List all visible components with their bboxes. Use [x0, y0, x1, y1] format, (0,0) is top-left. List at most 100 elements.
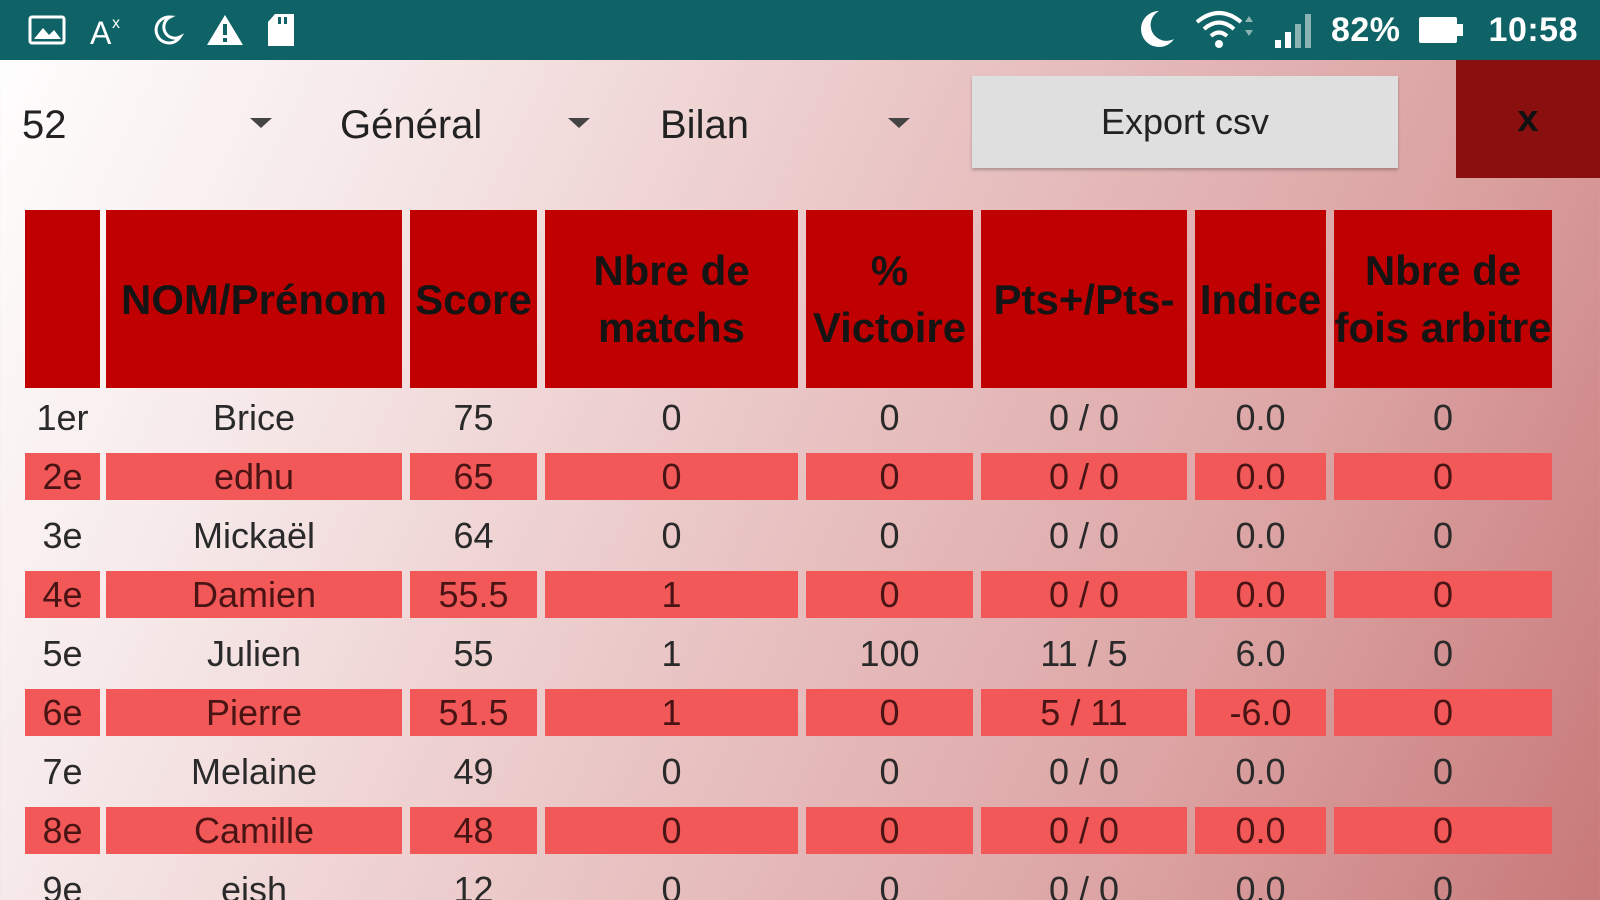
name-cell: edhu [106, 453, 402, 500]
score-cell: 55.5 [410, 571, 537, 618]
points-cell: 11 / 5 [1040, 632, 1128, 674]
status-bar-right: 82% 10:58 [1117, 8, 1578, 52]
image-icon [28, 14, 66, 46]
name-cell: Melaine [190, 750, 318, 792]
rank-cell: 1er [36, 396, 89, 438]
svg-text:A: A [90, 15, 112, 48]
name-cell: Brice [212, 396, 296, 438]
win-percent-cell: 0 [879, 868, 900, 900]
rank-cell: 5e [42, 632, 83, 674]
win-percent-cell: 0 [806, 689, 973, 736]
name-cell: Mickaël [192, 514, 316, 556]
chevron-down-icon [568, 118, 590, 128]
win-percent-cell: 0 [806, 453, 973, 500]
matches-cell: 1 [661, 632, 682, 674]
battery-icon [1417, 13, 1467, 47]
win-percent-cell: 0 [879, 750, 900, 792]
signal-icon [1273, 10, 1317, 50]
header-matches[interactable]: Nbre de matchs [545, 210, 798, 388]
index-cell: 6.0 [1235, 632, 1286, 674]
header-name[interactable]: NOM/Prénom [106, 210, 402, 388]
header-score[interactable]: Score [410, 210, 537, 388]
name-cell: eish [220, 868, 288, 900]
rank-cell: 6e [25, 689, 100, 736]
index-cell: 0.0 [1195, 807, 1326, 854]
referee-count-cell: 0 [1432, 396, 1454, 438]
points-cell: 5 / 11 [981, 689, 1187, 736]
clock: 10:58 [1488, 10, 1578, 49]
index-cell: 0.0 [1235, 396, 1286, 438]
rank-cell: 3e [42, 514, 83, 556]
rank-cell: 7e [42, 750, 83, 792]
number-dropdown[interactable]: 52 [22, 80, 272, 170]
rank-cell: 9e [42, 868, 83, 900]
chevron-down-icon [250, 118, 272, 128]
name-cell: Camille [106, 807, 402, 854]
referee-count-cell: 0 [1334, 689, 1552, 736]
referee-count-cell: 0 [1432, 514, 1454, 556]
index-cell: 0.0 [1195, 571, 1326, 618]
warning-icon [206, 13, 244, 47]
matches-cell: 0 [545, 453, 798, 500]
wifi-icon [1193, 8, 1257, 52]
matches-cell: 1 [545, 571, 798, 618]
matches-cell: 0 [661, 396, 682, 438]
battery-percent: 82% [1330, 10, 1401, 49]
win-percent-cell: 100 [859, 632, 920, 674]
referee-count-cell: 0 [1432, 632, 1454, 674]
score-cell: 12 [453, 868, 494, 900]
index-cell: 0.0 [1195, 453, 1326, 500]
header-win-percent[interactable]: % Victoire [806, 210, 973, 388]
points-cell: 0 / 0 [1048, 514, 1120, 556]
score-cell: 51.5 [410, 689, 537, 736]
points-cell: 0 / 0 [1048, 868, 1120, 900]
win-percent-cell: 0 [806, 807, 973, 854]
index-cell: -6.0 [1195, 689, 1326, 736]
status-bar-left: Ax [28, 12, 318, 48]
name-cell: Pierre [106, 689, 402, 736]
matches-cell: 0 [545, 807, 798, 854]
number-dropdown-value: 52 [22, 102, 67, 147]
referee-count-cell: 0 [1432, 750, 1454, 792]
header-index[interactable]: Indice [1195, 210, 1326, 388]
rank-cell: 2e [25, 453, 100, 500]
category-dropdown-value: Général [340, 102, 483, 147]
status-bar: Ax 82% 10:58 [0, 0, 1600, 60]
name-cell: Julien [206, 632, 302, 674]
points-cell: 0 / 0 [981, 571, 1187, 618]
index-cell: 0.0 [1235, 750, 1286, 792]
header-rank[interactable] [25, 210, 100, 388]
export-csv-button[interactable]: Export csv [972, 76, 1398, 168]
moon-icon [150, 13, 184, 47]
rank-cell: 8e [25, 807, 100, 854]
rank-cell: 4e [25, 571, 100, 618]
category-dropdown[interactable]: Général [340, 80, 590, 170]
win-percent-cell: 0 [879, 514, 900, 556]
name-cell: Damien [106, 571, 402, 618]
score-cell: 55 [453, 632, 494, 674]
matches-cell: 1 [545, 689, 798, 736]
text-size-icon: Ax [88, 12, 128, 48]
header-points[interactable]: Pts+/Pts- [981, 210, 1187, 388]
close-button[interactable]: x [1456, 60, 1600, 178]
matches-cell: 0 [661, 514, 682, 556]
score-cell: 48 [410, 807, 537, 854]
referee-count-cell: 0 [1334, 807, 1552, 854]
score-cell: 49 [453, 750, 494, 792]
moon-icon [1133, 8, 1177, 52]
matches-cell: 0 [661, 868, 682, 900]
points-cell: 0 / 0 [981, 807, 1187, 854]
view-dropdown[interactable]: Bilan [660, 80, 910, 170]
toolbar: 52 Général Bilan Export csv x [0, 60, 1600, 180]
svg-text:x: x [112, 15, 120, 32]
score-cell: 75 [453, 396, 494, 438]
referee-count-cell: 0 [1432, 868, 1454, 900]
view-dropdown-value: Bilan [660, 102, 749, 147]
sd-card-icon [266, 12, 296, 48]
header-referee-count[interactable]: Nbre de fois arbitre [1334, 210, 1552, 388]
referee-count-cell: 0 [1334, 453, 1552, 500]
index-cell: 0.0 [1235, 514, 1286, 556]
points-cell: 0 / 0 [1048, 750, 1120, 792]
score-cell: 65 [410, 453, 537, 500]
score-cell: 64 [453, 514, 494, 556]
